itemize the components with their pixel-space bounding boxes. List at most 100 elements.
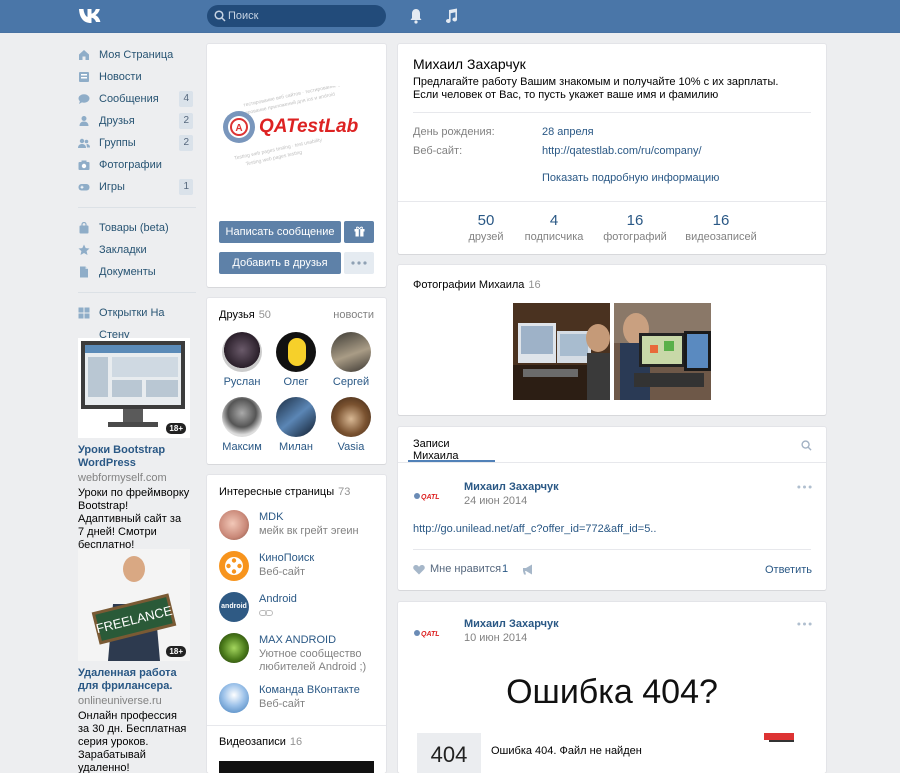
post-attachment-box[interactable]: 404 [417, 733, 481, 773]
add-friend-button[interactable]: Добавить в друзья [219, 252, 341, 274]
nav-label: Игры [99, 181, 125, 193]
friend-avatar[interactable] [331, 397, 371, 437]
photo-thumbnail[interactable] [513, 303, 610, 400]
post-menu-icon[interactable] [797, 485, 812, 489]
page-avatar[interactable] [219, 551, 249, 581]
reply-link[interactable]: Ответить [765, 564, 812, 576]
website-link[interactable]: http://qatestlab.com/ru/company/ [542, 145, 702, 157]
videos-header[interactable]: Видеозаписи 16 [219, 736, 302, 748]
nav-count-badge: 4 [179, 91, 193, 107]
friend-avatar[interactable] [222, 332, 262, 372]
friend-name[interactable]: Vasia [338, 441, 365, 453]
wall-tab-label: Записи Михаила [413, 438, 459, 462]
ad-image[interactable]: FREELANCE 18+ [78, 549, 190, 661]
friend-item[interactable]: Максим [220, 397, 264, 453]
nav-item-messages[interactable]: Сообщения 4 [78, 88, 196, 110]
friend-name[interactable]: Сергей [333, 376, 369, 388]
post-author[interactable]: Михаил Захарчук [464, 481, 559, 493]
friend-item[interactable]: Милан [274, 397, 318, 453]
post-author-avatar[interactable]: QATL [413, 482, 441, 510]
friend-name[interactable]: Милан [279, 441, 313, 453]
nav-item-postcards[interactable]: Открытки На Стену [78, 302, 196, 341]
search-input[interactable] [228, 5, 378, 27]
music-icon[interactable] [444, 8, 458, 24]
show-more-info-link[interactable]: Показать подробную информацию [542, 172, 719, 184]
profile-status[interactable]: Предлагайте работу Вашим знакомым и полу… [413, 76, 793, 102]
post-author[interactable]: Михаил Захарчук [464, 618, 559, 630]
friend-item[interactable]: Сергей [329, 332, 373, 388]
friend-avatar[interactable] [222, 397, 262, 437]
birthday-value[interactable]: 28 апреля [542, 126, 594, 138]
vk-logo-icon[interactable] [78, 6, 104, 26]
nav-item-my-page[interactable]: Моя Страница [78, 44, 196, 66]
friend-name[interactable]: Руслан [224, 376, 261, 388]
friend-name[interactable]: Олег [284, 376, 309, 388]
post-link[interactable]: http://go.unilead.net/aff_c?offer_id=772… [413, 523, 656, 535]
page-name[interactable]: Android [259, 593, 297, 605]
nav-item-friends[interactable]: Друзья 2 [78, 110, 196, 132]
friend-avatar[interactable] [276, 397, 316, 437]
nav-label: Друзья [99, 115, 135, 127]
nav-item-goods[interactable]: Товары (beta) [78, 217, 196, 239]
friend-name[interactable]: Максим [222, 441, 262, 453]
page-name[interactable]: КиноПоиск [259, 552, 314, 564]
counter-photos[interactable]: 16 фотографий [590, 212, 680, 243]
nav-item-documents[interactable]: Документы [78, 261, 196, 283]
counter-videos[interactable]: 16 видеозаписей [676, 212, 766, 243]
friend-item[interactable]: Руслан [220, 332, 264, 388]
friend-avatar[interactable] [276, 332, 316, 372]
megaphone-icon[interactable] [522, 564, 535, 575]
ad-image[interactable]: 18+ [78, 338, 190, 438]
post-author-avatar[interactable]: QATL [413, 619, 441, 647]
pages-header[interactable]: Интересные страницы 73 [219, 486, 350, 498]
photos-header[interactable]: Фотографии Михаила 16 [413, 279, 541, 291]
message-icon [78, 94, 90, 104]
nav-item-news[interactable]: Новости [78, 66, 196, 88]
page-avatar[interactable] [219, 683, 249, 713]
friend-avatar[interactable] [331, 332, 371, 372]
nav-label: Сообщения [99, 93, 159, 105]
page-item[interactable]: КиноПоиск Веб-сайт [219, 551, 314, 585]
photo-thumbnail[interactable] [614, 303, 711, 400]
friend-item[interactable]: Олег [274, 332, 318, 388]
like-count[interactable]: 1 [502, 563, 508, 575]
pages-card: Интересные страницы 73 MDK мейк вк грейт … [207, 475, 386, 773]
nav-item-bookmarks[interactable]: Закладки [78, 239, 196, 261]
friends-news-link[interactable]: новости [333, 309, 374, 321]
friend-item[interactable]: Vasia [329, 397, 373, 453]
post-menu-icon[interactable] [797, 622, 812, 626]
ad-title[interactable]: Удаленная работа для фрилансера. [78, 667, 190, 693]
page-avatar[interactable] [219, 510, 249, 540]
wall-tab[interactable]: Записи Михаила [408, 427, 495, 462]
wall-post: QATL Михаил Захарчук 10 июн 2014 Ошибка … [398, 602, 826, 773]
post-date[interactable]: 24 июн 2014 [464, 495, 527, 507]
counter-followers[interactable]: 4 подписчика [509, 212, 599, 243]
nav-item-groups[interactable]: Группы 2 [78, 132, 196, 154]
page-avatar[interactable]: android [219, 592, 249, 622]
friends-header[interactable]: Друзья 50 [219, 309, 271, 321]
page-avatar[interactable] [219, 633, 249, 663]
ad-block[interactable]: 18+ Уроки Bootstrap WordPress webformyse… [78, 338, 190, 552]
profile-avatar[interactable]: тестирование веб сайтов · тестирование о… [219, 86, 375, 168]
more-button[interactable] [344, 252, 374, 274]
page-name[interactable]: MAX ANDROID [259, 634, 336, 646]
post-attachment-text[interactable]: Ошибка 404. Файл не найден [491, 745, 642, 757]
ad-block[interactable]: FREELANCE 18+ Удаленная работа для фрила… [78, 549, 190, 773]
heart-icon[interactable] [413, 564, 425, 575]
gift-button[interactable] [344, 221, 374, 243]
search-icon[interactable] [801, 440, 812, 451]
more-dots-icon [351, 261, 367, 265]
search-box[interactable] [207, 5, 386, 27]
pages-title: Интересные страницы [219, 486, 335, 498]
post-date[interactable]: 10 июн 2014 [464, 632, 527, 644]
like-label[interactable]: Мне нравится [430, 563, 501, 575]
bell-icon[interactable] [409, 8, 423, 24]
write-message-button[interactable]: Написать сообщение [219, 221, 341, 243]
ad-title[interactable]: Уроки Bootstrap WordPress [78, 444, 190, 470]
nav-item-photos[interactable]: Фотографии [78, 154, 196, 176]
nav-label: Документы [99, 266, 156, 278]
page-name[interactable]: MDK [259, 511, 283, 523]
page-name[interactable]: Команда ВКонтакте [259, 684, 360, 696]
nav-item-games[interactable]: Игры 1 [78, 176, 196, 198]
video-thumbnail[interactable] [219, 761, 374, 773]
